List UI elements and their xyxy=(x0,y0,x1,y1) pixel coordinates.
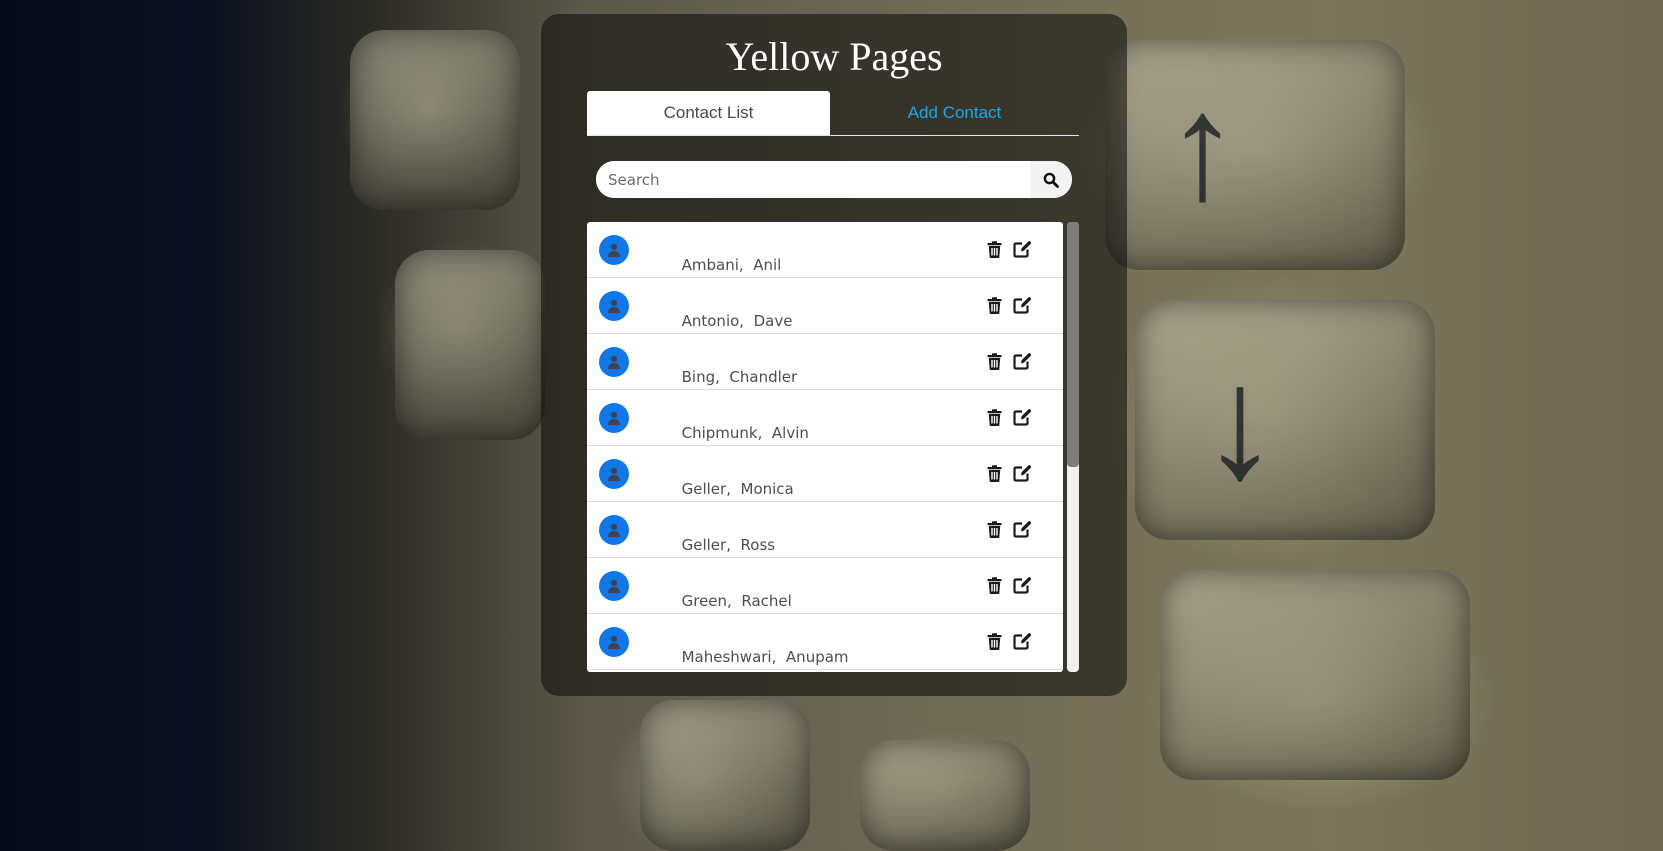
delete-button[interactable] xyxy=(983,406,1005,428)
trash-icon xyxy=(987,632,1001,650)
edit-icon xyxy=(1012,520,1031,538)
contact-first-name: Anupam xyxy=(785,648,849,666)
trash-icon xyxy=(987,352,1001,370)
name-separator: , xyxy=(739,312,754,330)
trash-icon xyxy=(987,296,1001,314)
edit-button[interactable] xyxy=(1011,574,1033,596)
contact-last-name: Antonio xyxy=(681,312,740,330)
list-item: Maheshwari, Anupam xyxy=(587,614,1063,670)
contact-list: Ambani, Anil Antonio, Dave Bing, Chandle… xyxy=(587,222,1063,672)
edit-icon xyxy=(1012,352,1031,370)
background-key xyxy=(1160,570,1470,780)
arrow-down-icon: ↓ xyxy=(1200,332,1280,511)
list-item: Ambani, Anil xyxy=(587,222,1063,278)
background-key xyxy=(860,740,1030,851)
contact-first-name: Monica xyxy=(740,480,794,498)
contact-first-name: Chandler xyxy=(729,368,798,386)
contact-last-name: Geller xyxy=(681,480,727,498)
tab-contact-list[interactable]: Contact List xyxy=(587,91,830,135)
trash-icon xyxy=(987,576,1001,594)
list-item: Green, Rachel xyxy=(587,558,1063,614)
name-separator: , xyxy=(757,424,772,442)
tab-add-contact[interactable]: Add Contact xyxy=(830,91,1079,135)
phonebook-panel: Yellow Pages Contact List Add Contact Am… xyxy=(541,14,1127,696)
name-separator: , xyxy=(726,536,741,554)
delete-button[interactable] xyxy=(983,462,1005,484)
edit-button[interactable] xyxy=(1011,462,1033,484)
list-item: Bing, Chandler xyxy=(587,334,1063,390)
name-separator: , xyxy=(715,368,730,386)
edit-icon xyxy=(1012,296,1031,314)
contact-first-name: Alvin xyxy=(771,424,809,442)
search-input[interactable] xyxy=(596,161,1030,198)
app-title: Yellow Pages xyxy=(725,34,943,79)
scrollbar[interactable] xyxy=(1067,222,1079,672)
user-icon xyxy=(599,627,629,657)
edit-icon xyxy=(1012,576,1031,594)
edit-button[interactable] xyxy=(1011,406,1033,428)
background-key xyxy=(640,700,810,851)
background-key xyxy=(350,30,520,210)
contact-first-name: Rachel xyxy=(741,592,792,610)
name-separator: , xyxy=(738,256,754,274)
list-item: Geller, Ross xyxy=(587,502,1063,558)
user-icon xyxy=(599,403,629,433)
contact-last-name: Chipmunk xyxy=(681,424,758,442)
list-item: Chipmunk, Alvin xyxy=(587,390,1063,446)
edit-button[interactable] xyxy=(1011,294,1033,316)
delete-button[interactable] xyxy=(983,238,1005,260)
background-key xyxy=(395,250,545,440)
background-key xyxy=(1105,40,1405,270)
edit-icon xyxy=(1012,632,1031,650)
name-separator: , xyxy=(726,480,741,498)
contact-last-name: Geller xyxy=(681,536,727,554)
tab-bar: Contact List Add Contact xyxy=(587,91,1079,136)
contact-last-name: Maheshwari xyxy=(681,648,772,666)
edit-button[interactable] xyxy=(1011,238,1033,260)
edit-icon xyxy=(1012,464,1031,482)
contact-last-name: Bing xyxy=(681,368,716,386)
trash-icon xyxy=(987,464,1001,482)
edit-button[interactable] xyxy=(1011,518,1033,540)
search-icon xyxy=(1043,172,1059,188)
user-icon xyxy=(599,347,629,377)
trash-icon xyxy=(987,520,1001,538)
search-button[interactable] xyxy=(1030,161,1072,198)
edit-button[interactable] xyxy=(1011,350,1033,372)
delete-button[interactable] xyxy=(983,630,1005,652)
delete-button[interactable] xyxy=(983,294,1005,316)
edit-icon xyxy=(1012,408,1031,426)
background-key xyxy=(1135,300,1435,540)
user-icon xyxy=(599,459,629,489)
edit-button[interactable] xyxy=(1011,630,1033,652)
contact-first-name: Ross xyxy=(740,536,776,554)
name-separator: , xyxy=(771,648,786,666)
delete-button[interactable] xyxy=(983,574,1005,596)
contact-first-name: Dave xyxy=(753,312,793,330)
edit-icon xyxy=(1012,240,1031,258)
contact-first-name: Anil xyxy=(753,256,782,274)
scrollbar-thumb[interactable] xyxy=(1067,222,1079,467)
trash-icon xyxy=(987,408,1001,426)
list-item: Geller, Monica xyxy=(587,446,1063,502)
user-icon xyxy=(599,571,629,601)
trash-icon xyxy=(987,240,1001,258)
delete-button[interactable] xyxy=(983,518,1005,540)
search-bar xyxy=(596,161,1072,198)
arrow-up-icon: ↑ xyxy=(1165,62,1240,230)
user-icon xyxy=(599,235,629,265)
user-icon xyxy=(599,291,629,321)
contact-last-name: Green xyxy=(681,592,728,610)
contact-last-name: Ambani xyxy=(681,256,739,274)
user-icon xyxy=(599,515,629,545)
delete-button[interactable] xyxy=(983,350,1005,372)
name-separator: , xyxy=(727,592,742,610)
list-item: Antonio, Dave xyxy=(587,278,1063,334)
